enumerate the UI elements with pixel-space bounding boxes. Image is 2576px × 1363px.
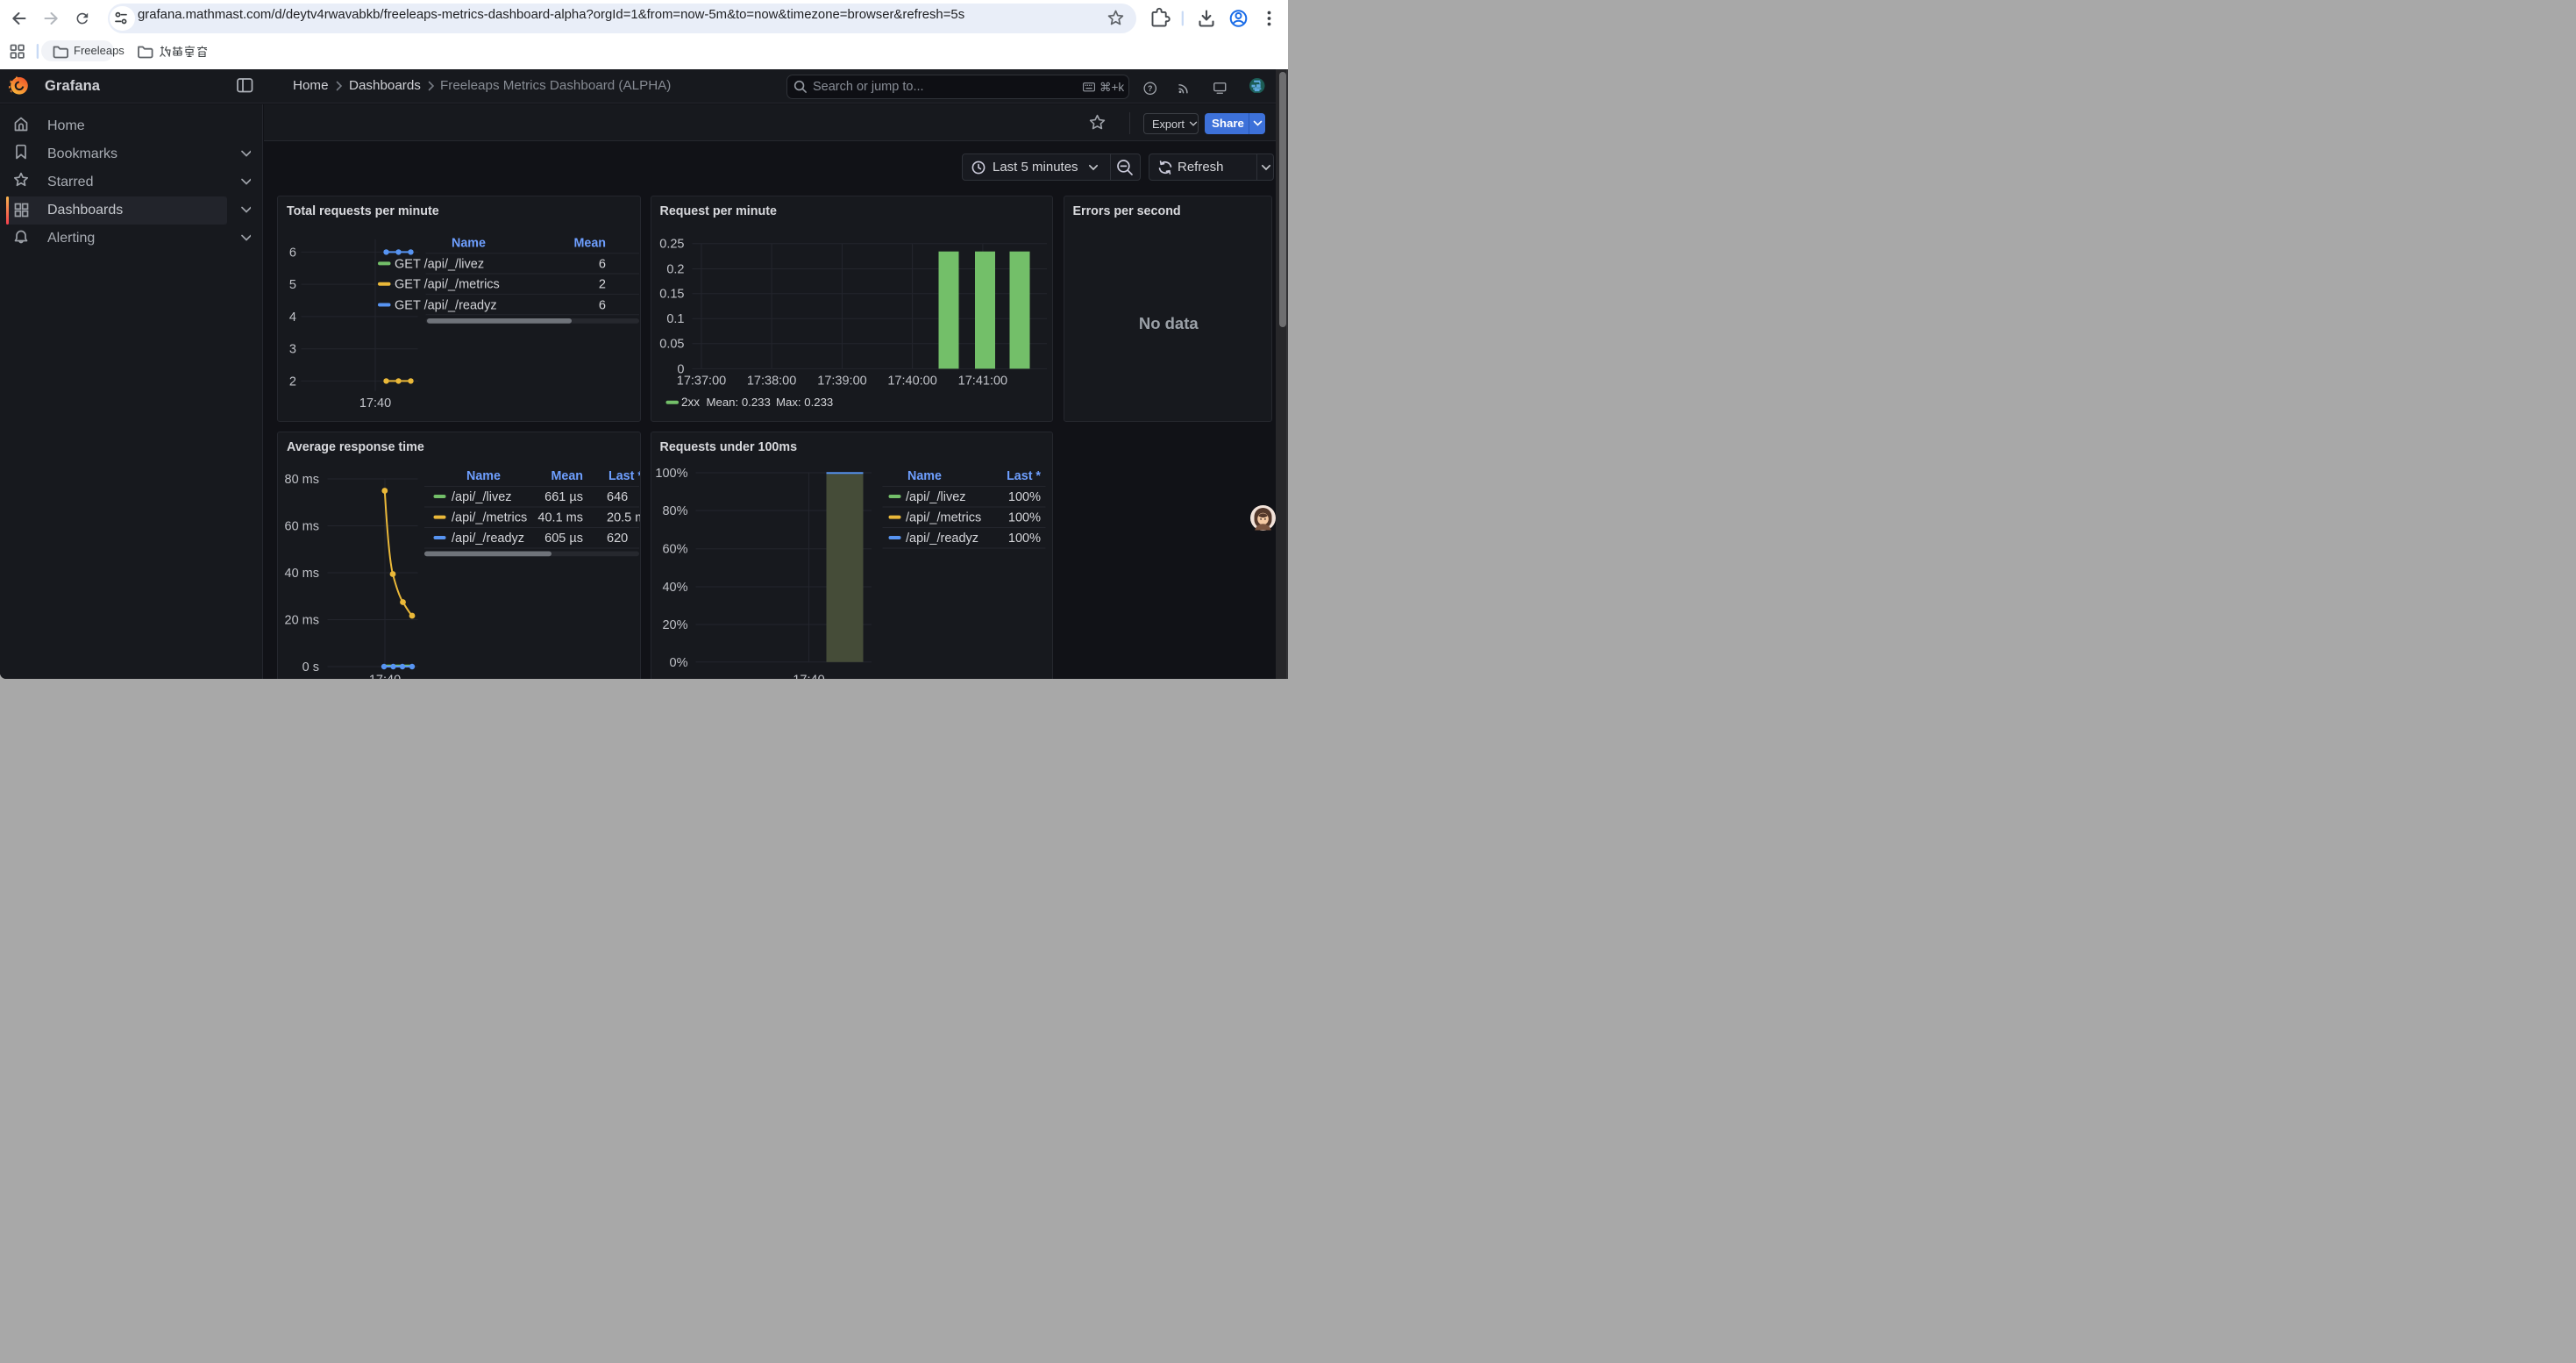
svg-text:GET /api/_/livez: GET /api/_/livez: [395, 258, 484, 272]
svg-text:17:40: 17:40: [359, 396, 391, 410]
svg-text:2: 2: [289, 375, 296, 389]
svg-text:?: ?: [1148, 84, 1152, 93]
svg-text:100%: 100%: [1007, 511, 1040, 525]
svg-text:60 ms: 60 ms: [285, 520, 320, 534]
svg-text:GET /api/_/readyz: GET /api/_/readyz: [395, 299, 497, 313]
svg-text:17:40: 17:40: [369, 674, 401, 679]
svg-text:17:41:00: 17:41:00: [957, 375, 1007, 389]
svg-text:17:40:00: 17:40:00: [887, 375, 936, 389]
svg-text:6: 6: [599, 258, 606, 272]
svg-text:5: 5: [289, 278, 296, 292]
svg-text:6: 6: [599, 299, 606, 313]
svg-text:6: 6: [289, 246, 296, 260]
svg-text:17:37:00: 17:37:00: [676, 375, 725, 389]
svg-text:Last *: Last *: [608, 469, 641, 483]
svg-text:20%: 20%: [662, 618, 687, 632]
svg-text:Mean: Mean: [551, 469, 583, 483]
svg-text:Max: 0.233: Max: 0.233: [776, 396, 833, 409]
svg-text:Mean: Mean: [573, 237, 606, 251]
svg-text:Last *: Last *: [1007, 469, 1041, 483]
svg-text:605 µs: 605 µs: [544, 532, 583, 546]
svg-text:17:38:00: 17:38:00: [746, 375, 795, 389]
svg-text:/api/_/metrics: /api/_/metrics: [452, 511, 527, 525]
svg-text:0.1: 0.1: [666, 312, 684, 326]
svg-text:/api/_/readyz: /api/_/readyz: [452, 532, 524, 546]
svg-text:661 µs: 661 µs: [544, 490, 583, 504]
svg-text:17:39:00: 17:39:00: [817, 375, 866, 389]
svg-text:620: 620: [607, 532, 628, 546]
svg-text:4: 4: [289, 310, 296, 325]
svg-text:100%: 100%: [1007, 490, 1040, 504]
svg-text:Name: Name: [907, 469, 942, 483]
svg-text:2xx: 2xx: [681, 396, 700, 409]
svg-text:20 ms: 20 ms: [285, 614, 320, 628]
svg-text:0.05: 0.05: [659, 338, 684, 352]
svg-text:100%: 100%: [655, 467, 687, 481]
svg-text:40 ms: 40 ms: [285, 567, 320, 581]
svg-text:0%: 0%: [669, 656, 687, 670]
svg-text:60%: 60%: [662, 543, 687, 557]
svg-text:3: 3: [289, 343, 296, 357]
svg-text:40.1 ms: 40.1 ms: [537, 511, 583, 525]
svg-text:80%: 80%: [662, 504, 687, 518]
svg-text:Mean: 0.233: Mean: 0.233: [706, 396, 770, 409]
svg-text:Name: Name: [466, 469, 501, 483]
svg-text:17:40: 17:40: [793, 674, 824, 679]
svg-text:0 s: 0 s: [302, 660, 319, 674]
svg-text:/api/_/livez: /api/_/livez: [452, 490, 512, 504]
svg-text:20.5 m: 20.5 m: [607, 511, 641, 525]
svg-text:GET /api/_/metrics: GET /api/_/metrics: [395, 278, 500, 292]
svg-text:80 ms: 80 ms: [285, 473, 320, 487]
svg-text:0.25: 0.25: [659, 238, 684, 252]
svg-text:0.15: 0.15: [659, 288, 684, 302]
svg-text:100%: 100%: [1007, 532, 1040, 546]
svg-text:Name: Name: [452, 237, 486, 251]
svg-text:0.2: 0.2: [666, 263, 684, 277]
svg-text:40%: 40%: [662, 581, 687, 595]
svg-text:/api/_/readyz: /api/_/readyz: [906, 532, 978, 546]
svg-text:/api/_/metrics: /api/_/metrics: [906, 511, 981, 525]
svg-text:2: 2: [599, 278, 606, 292]
svg-text:646: 646: [607, 490, 628, 504]
svg-text:/api/_/livez: /api/_/livez: [906, 490, 966, 504]
